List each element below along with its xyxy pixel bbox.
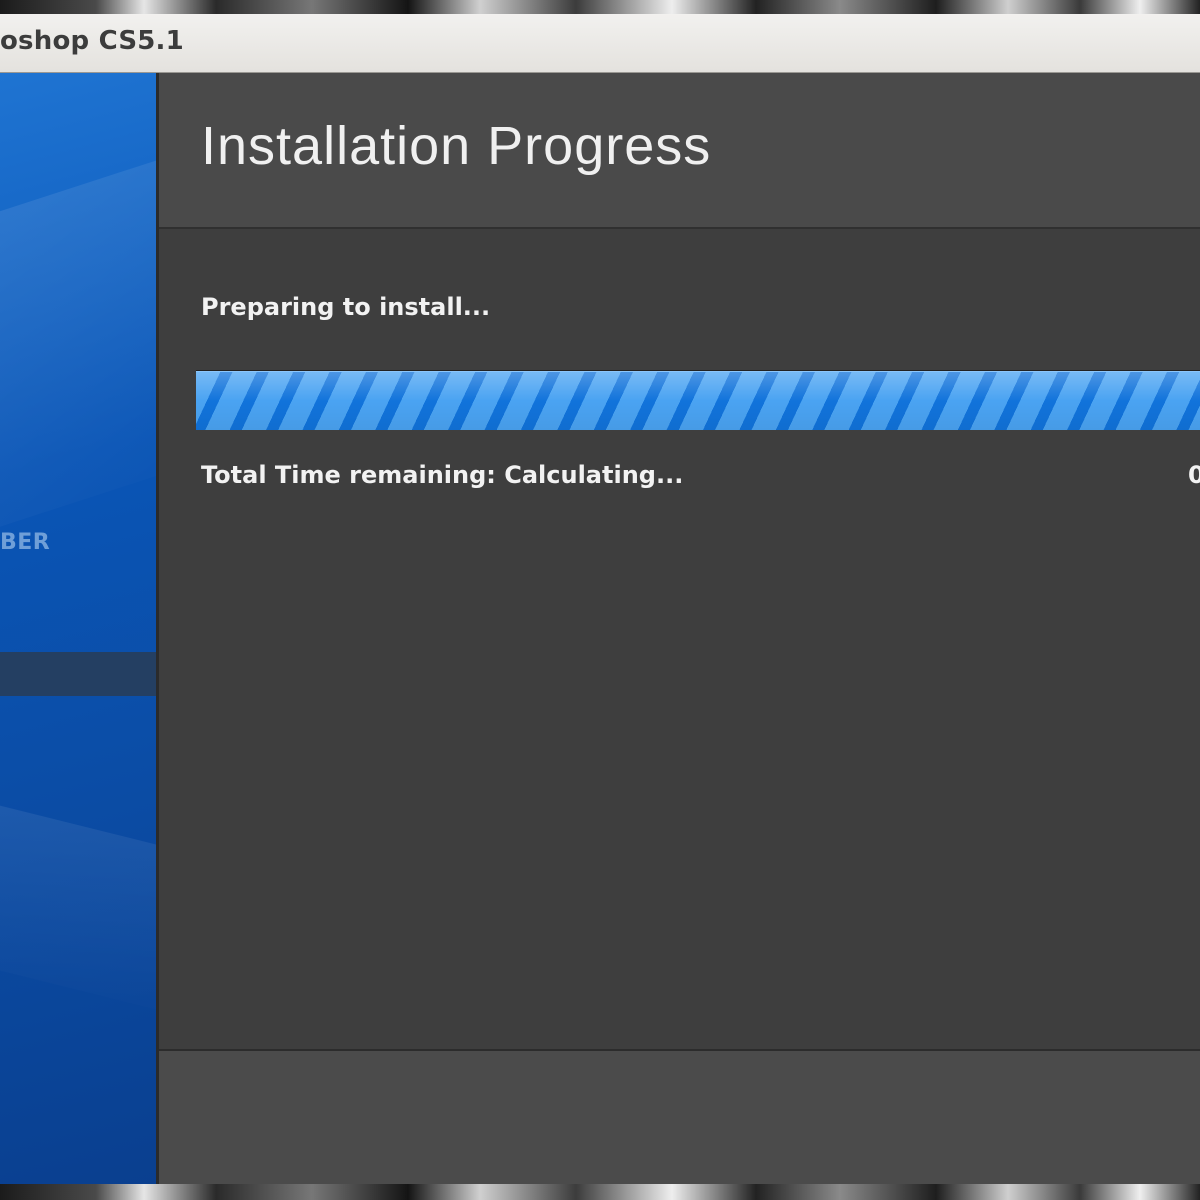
installer-sidebar: BER xyxy=(0,73,156,1186)
sidebar-current-step xyxy=(0,652,156,696)
progress-bar-fill xyxy=(196,371,1200,430)
page-title: Installation Progress xyxy=(201,116,712,176)
window-titlebar[interactable]: oshop CS5.1 xyxy=(0,14,1200,73)
desktop-background-bottom xyxy=(0,1184,1200,1200)
window-title: oshop CS5.1 xyxy=(0,26,184,56)
time-remaining-text: Total Time remaining: Calculating... xyxy=(201,461,684,489)
status-message: Preparing to install... xyxy=(201,293,491,321)
page-header: Installation Progress xyxy=(159,73,1200,229)
installer-window: oshop CS5.1 BER Installation Progress Pr… xyxy=(0,14,1200,1188)
progress-panel: Preparing to install... Total Time remai… xyxy=(159,229,1200,1049)
installer-footer xyxy=(159,1049,1200,1188)
progress-bar xyxy=(196,370,1200,430)
progress-percent-text: 0 xyxy=(1188,461,1200,489)
sidebar-step-label: BER xyxy=(0,530,51,555)
